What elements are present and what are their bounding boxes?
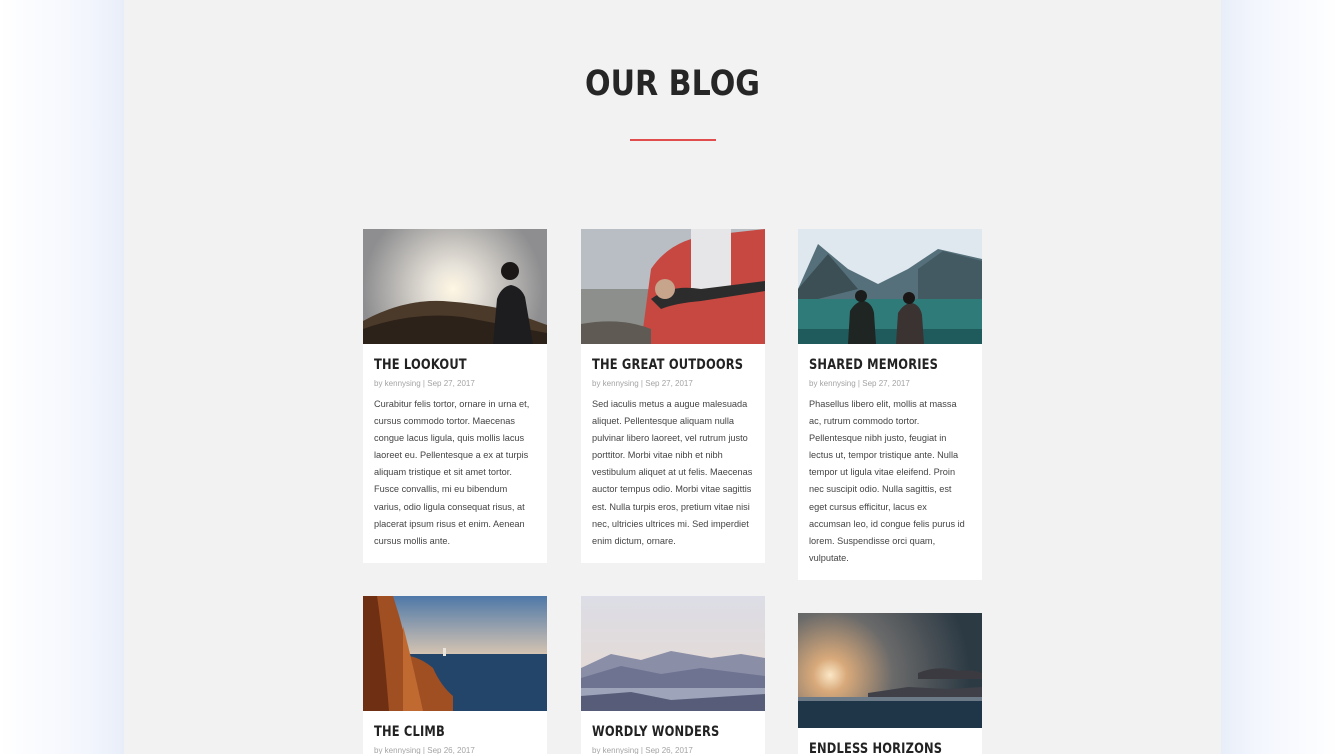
post-thumbnail-image[interactable] [581,596,765,711]
post-meta: by kennysing | Sep 27, 2017 [809,379,910,388]
blog-post-card[interactable]: THE GREAT OUTDOORS by kennysing | Sep 27… [581,229,765,563]
blog-post-card[interactable]: THE LOOKOUT by kennysing | Sep 27, 2017 … [363,229,547,563]
post-title[interactable]: THE GREAT OUTDOORS [592,356,743,374]
post-excerpt: Phasellus libero elit, mollis at massa a… [809,399,965,563]
post-thumbnail-image[interactable] [798,229,982,344]
blog-post-card[interactable]: ENDLESS HORIZONS [798,613,982,754]
page-left-margin [0,0,124,754]
post-title[interactable]: ENDLESS HORIZONS [809,740,942,754]
post-date: Sep 26, 2017 [427,746,475,754]
post-date: Sep 27, 2017 [427,379,475,388]
post-thumbnail-image[interactable] [363,596,547,711]
post-author[interactable]: by kennysing [809,379,856,388]
post-thumbnail-image[interactable] [798,613,982,728]
post-author[interactable]: by kennysing [374,746,421,754]
post-title[interactable]: SHARED MEMORIES [809,356,942,374]
post-meta: by kennysing | Sep 27, 2017 [374,379,475,388]
blog-section: OUR BLOG THE LOOKOUT by kennysing | Sep … [124,0,1221,754]
page-right-margin [1221,0,1339,754]
title-underline-divider [630,139,716,141]
post-thumbnail-image[interactable] [363,229,547,344]
post-title[interactable]: THE LOOKOUT [374,356,507,374]
post-author[interactable]: by kennysing [374,379,421,388]
post-author[interactable]: by kennysing [592,379,639,388]
post-excerpt: Sed iaculis metus a augue malesuada aliq… [592,399,753,546]
blog-post-card[interactable]: THE CLIMB by kennysing | Sep 26, 2017 [363,596,547,754]
post-excerpt: Curabitur felis tortor, ornare in urna e… [374,399,530,546]
post-date: Sep 27, 2017 [645,379,693,388]
post-date: Sep 26, 2017 [645,746,693,754]
blog-post-card[interactable]: WORDLY WONDERS by kennysing | Sep 26, 20… [581,596,765,754]
blog-post-card[interactable]: SHARED MEMORIES by kennysing | Sep 27, 2… [798,229,982,580]
post-title[interactable]: THE CLIMB [374,723,507,741]
post-author[interactable]: by kennysing [592,746,639,754]
post-meta: by kennysing | Sep 26, 2017 [374,746,475,754]
post-title[interactable]: WORDLY WONDERS [592,723,725,741]
post-meta: by kennysing | Sep 26, 2017 [592,746,693,754]
post-date: Sep 27, 2017 [862,379,910,388]
post-thumbnail-image[interactable] [581,229,765,344]
section-title: OUR BLOG [584,64,761,104]
post-meta: by kennysing | Sep 27, 2017 [592,379,693,388]
